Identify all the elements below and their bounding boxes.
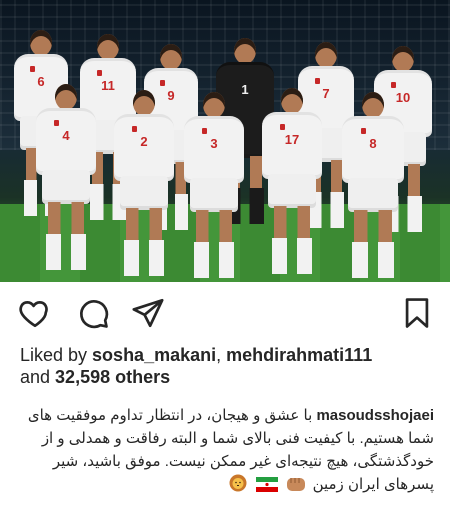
post-action-bar	[0, 282, 450, 338]
liker-username[interactable]: mehdirahmati111	[226, 345, 372, 365]
fist-emoji	[286, 476, 306, 499]
post-photo[interactable]: 6 11 9 1 7 10 4 2 3 17 8	[0, 0, 450, 282]
likes-prefix: Liked by	[20, 345, 93, 365]
jersey-number: 2	[140, 134, 148, 149]
heart-icon[interactable]	[18, 296, 52, 330]
jersey-number: 11	[101, 78, 115, 93]
post-caption: masoudsshojaei با عشق و هیجان، در انتظار…	[20, 404, 434, 499]
jersey-number: 17	[284, 132, 300, 147]
likes-count[interactable]: 32,598 others	[55, 367, 170, 387]
comment-icon[interactable]	[76, 296, 110, 330]
jersey-number: 3	[210, 136, 218, 151]
jersey-number: 8	[369, 136, 377, 151]
likes-separator: ,	[216, 345, 227, 365]
caption-username[interactable]: masoudsshojaei	[316, 407, 434, 424]
likes-summary: Liked by sosha_makani, mehdirahmati111 a…	[20, 344, 440, 388]
jersey-number: 7	[322, 86, 330, 101]
bookmark-icon[interactable]	[400, 296, 434, 330]
iran-flag-emoji	[256, 476, 279, 499]
jersey-number: 4	[62, 128, 70, 143]
jersey-number: 1	[241, 82, 249, 97]
paper-plane-icon[interactable]	[131, 296, 165, 330]
likes-and: and	[20, 367, 56, 387]
liker-username[interactable]: sosha_makani	[92, 345, 216, 365]
lion-emoji	[228, 474, 248, 499]
